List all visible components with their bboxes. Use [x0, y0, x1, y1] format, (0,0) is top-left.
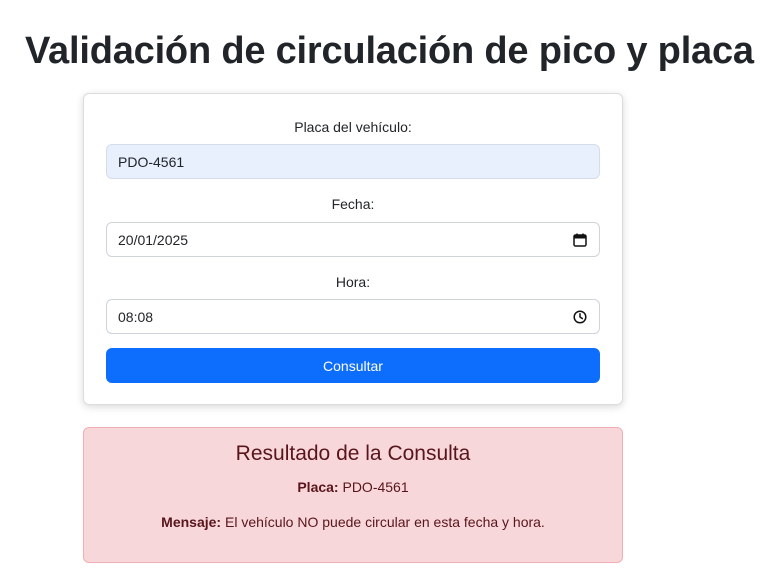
- date-label: Fecha:: [331, 196, 375, 212]
- result-plate-value: PDO-4561: [342, 479, 409, 495]
- calendar-icon[interactable]: [572, 232, 588, 248]
- page-title: Validación de circulación de pico y plac…: [25, 30, 754, 72]
- result-plate-line: Placa: PDO-4561: [84, 479, 622, 495]
- time-input-value: 08:08: [118, 308, 154, 325]
- plate-input[interactable]: PDO-4561: [106, 144, 600, 179]
- result-message-line: Mensaje: El vehículo NO puede circular e…: [84, 514, 622, 530]
- result-alert: Resultado de la Consulta Placa: PDO-4561…: [83, 427, 623, 563]
- result-title: Resultado de la Consulta: [235, 442, 471, 465]
- query-form-card: Placa del vehículo: PDO-4561 Fecha: 20/0…: [83, 93, 623, 405]
- time-input[interactable]: 08:08: [106, 299, 600, 334]
- result-message-value: El vehículo NO puede circular en esta fe…: [224, 514, 545, 530]
- clock-icon[interactable]: [572, 309, 588, 325]
- consultar-button[interactable]: Consultar: [106, 348, 600, 383]
- date-input[interactable]: 20/01/2025: [106, 222, 600, 257]
- result-plate-key: Placa:: [297, 479, 339, 495]
- plate-input-value: PDO-4561: [118, 153, 185, 170]
- date-input-value: 20/01/2025: [118, 231, 189, 248]
- result-message-key: Mensaje:: [161, 514, 222, 530]
- plate-label: Placa del vehículo:: [294, 119, 412, 135]
- time-label: Hora:: [335, 274, 371, 290]
